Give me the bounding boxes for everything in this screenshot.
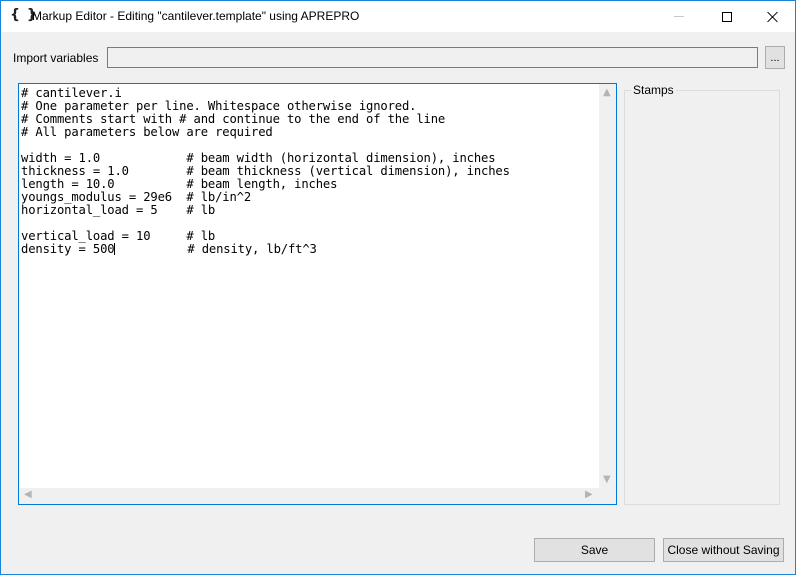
close-icon (767, 11, 779, 23)
editor-text-after-cursor: # density, lb/ft^3 (115, 242, 317, 256)
scroll-right-icon[interactable]: ▶ (585, 489, 593, 500)
save-button[interactable]: Save (534, 538, 655, 562)
maximize-button[interactable] (704, 1, 750, 32)
editor-text-area[interactable]: # cantilever.i # One parameter per line. … (20, 85, 600, 487)
browse-import-button[interactable]: ... (765, 46, 785, 69)
template-editor[interactable]: # cantilever.i # One parameter per line. … (18, 83, 617, 505)
editor-line: horizontal_load = 5 # lb (21, 203, 216, 217)
stamps-title: Stamps (631, 83, 676, 97)
title-bar[interactable]: { } Markup Editor - Editing "cantilever.… (1, 1, 795, 32)
editor-line: # All parameters below are required (21, 125, 273, 139)
import-variables-label: Import variables (13, 51, 99, 65)
horizontal-scrollbar[interactable]: ◀ ▶ (19, 488, 616, 504)
close-window-button[interactable] (750, 1, 796, 32)
scroll-left-icon[interactable]: ◀ (24, 489, 32, 500)
minimize-button[interactable] (656, 1, 702, 32)
import-variables-input[interactable] (107, 47, 758, 68)
stamps-groupbox: Stamps (624, 83, 780, 505)
scroll-up-icon[interactable]: ▲ (603, 87, 611, 98)
minimize-icon (674, 16, 684, 17)
editor-line-with-cursor: density = 500 # density, lb/ft^3 (21, 243, 599, 256)
close-without-saving-button[interactable]: Close without Saving (663, 538, 784, 562)
markup-editor-window: { } Markup Editor - Editing "cantilever.… (0, 0, 796, 575)
window-title: Markup Editor - Editing "cantilever.temp… (32, 9, 360, 23)
maximize-icon (722, 11, 732, 22)
editor-text-before-cursor: density = 500 (21, 242, 115, 256)
scroll-down-icon[interactable]: ▼ (603, 474, 611, 485)
vertical-scrollbar[interactable]: ▲ ▼ (599, 84, 616, 488)
